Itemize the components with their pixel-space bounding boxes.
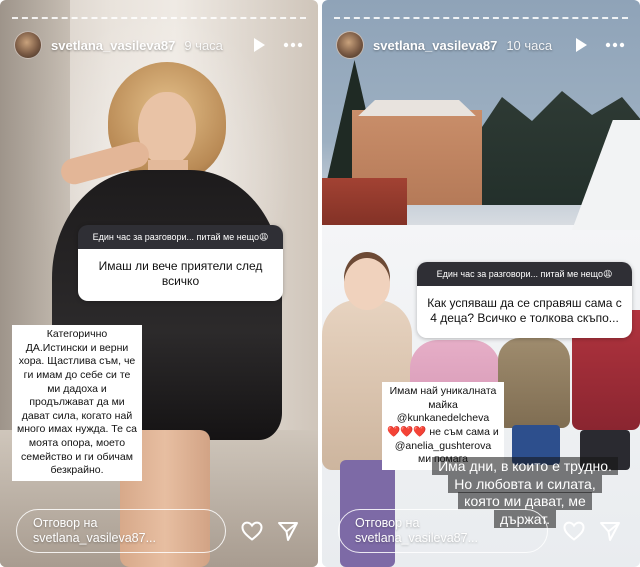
story-header: svetlana_vasileva87 9 часа bbox=[14, 30, 304, 60]
send-icon[interactable] bbox=[598, 519, 622, 543]
question-sticker: Един час за разговори... питай ме нещо😩 … bbox=[417, 262, 632, 338]
more-icon[interactable] bbox=[282, 34, 304, 56]
post-time: 10 часа bbox=[506, 37, 553, 53]
story-panel-right[interactable]: svetlana_vasileva87 10 часа Един час за … bbox=[322, 0, 640, 567]
username[interactable]: svetlana_vasileva87 bbox=[373, 38, 497, 53]
question-text: Имаш ли вече приятели след всичко bbox=[78, 249, 283, 301]
avatar[interactable] bbox=[14, 31, 42, 59]
kid-beige-face bbox=[344, 258, 390, 310]
bubble-line: Има дни, в които е трудно. bbox=[432, 457, 618, 475]
background-hotel-roof bbox=[358, 100, 476, 116]
question-sticker: Един час за разговори... питай ме нещо😩 … bbox=[78, 225, 283, 301]
story-progress-bar bbox=[12, 17, 306, 19]
reply-input[interactable]: Отговор на svetlana_vasileva87... bbox=[16, 509, 226, 553]
answer-line: Имам най уникалната майка @kunkanedelche… bbox=[389, 385, 497, 425]
username[interactable]: svetlana_vasileva87 bbox=[51, 38, 175, 53]
story-header: svetlana_vasileva87 10 часа bbox=[336, 30, 626, 60]
post-time: 9 часа bbox=[184, 37, 223, 53]
bubble-line: Но любовта и силата, bbox=[448, 474, 602, 493]
reply-input[interactable]: Отговор на svetlana_vasileva87... bbox=[338, 509, 548, 553]
more-icon[interactable] bbox=[604, 34, 626, 56]
avatar[interactable] bbox=[336, 31, 364, 59]
play-icon[interactable] bbox=[248, 34, 270, 56]
heart-icon[interactable] bbox=[240, 519, 264, 543]
story-progress-bar bbox=[334, 17, 628, 19]
bubble-line: която ми дават, ме bbox=[458, 492, 592, 510]
question-sticker-header: Един час за разговори... питай ме нещо😩 bbox=[417, 262, 632, 286]
send-icon[interactable] bbox=[276, 519, 300, 543]
answer-text: Категорично ДА.Истински и верни хора. Ща… bbox=[12, 325, 142, 482]
kid-brown-jacket bbox=[498, 338, 570, 428]
heart-icon[interactable] bbox=[562, 519, 586, 543]
story-panel-left[interactable]: svetlana_vasileva87 9 часа Един час за р… bbox=[0, 0, 318, 567]
question-text: Как успяваш да се справяш сама с 4 деца?… bbox=[417, 286, 632, 338]
answer-line: ❤️❤️❤️ не съм сама и bbox=[387, 425, 499, 438]
play-icon[interactable] bbox=[570, 34, 592, 56]
question-sticker-header: Един час за разговори... питай ме нещо😩 bbox=[78, 225, 283, 249]
